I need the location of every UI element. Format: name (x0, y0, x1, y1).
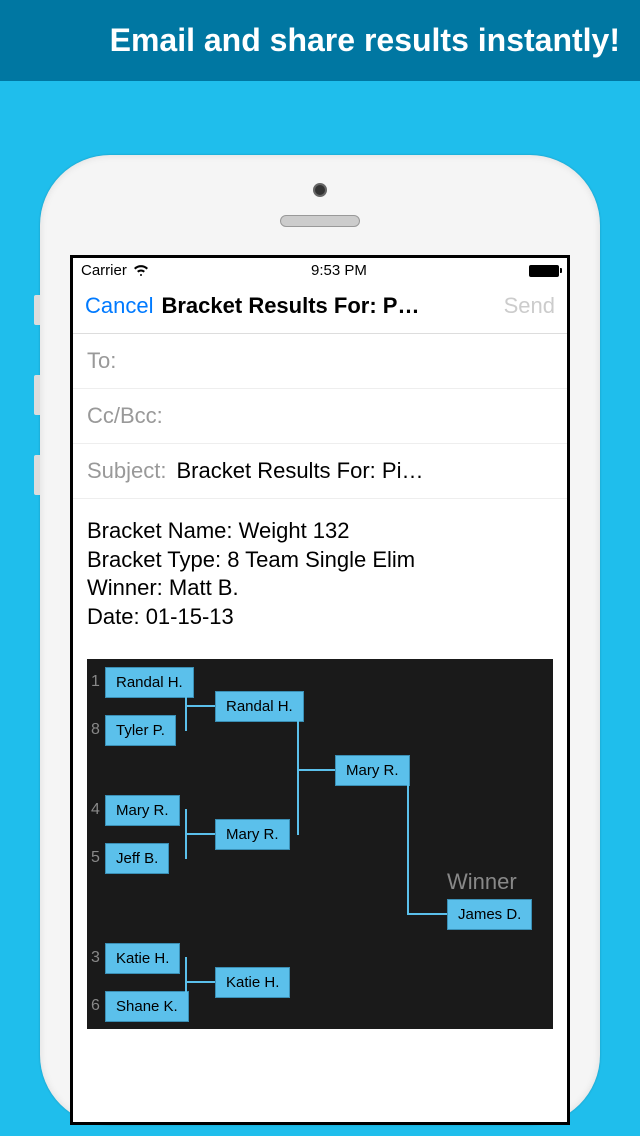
to-field[interactable]: To: (73, 334, 567, 389)
seed-label: 4 (91, 801, 100, 819)
bracket-winner-node: James D. (447, 899, 532, 930)
seed-label: 6 (91, 997, 100, 1015)
nav-bar: Cancel Bracket Results For: P… Send (73, 283, 567, 334)
cc-bcc-field[interactable]: Cc/Bcc: (73, 389, 567, 444)
nav-title: Bracket Results For: P… (161, 293, 495, 319)
status-bar: Carrier 9:53 PM (73, 258, 567, 283)
bracket-node: Shane K. (105, 991, 189, 1022)
bracket-node: Katie H. (215, 967, 290, 998)
email-body[interactable]: Bracket Name: Weight 132 Bracket Type: 8… (73, 499, 567, 649)
seed-label: 1 (91, 673, 100, 691)
seed-label: 8 (91, 721, 100, 739)
promo-banner: Email and share results instantly! (0, 0, 640, 81)
cc-bcc-label: Cc/Bcc: (87, 403, 163, 429)
bracket-node: Tyler P. (105, 715, 176, 746)
body-bracket-type: Bracket Type: 8 Team Single Elim (87, 546, 553, 575)
subject-label: Subject: (87, 458, 167, 484)
bracket-node: Mary R. (335, 755, 410, 786)
wifi-icon (133, 263, 149, 279)
bracket-node: Randal H. (105, 667, 194, 698)
body-winner: Winner: Matt B. (87, 574, 553, 603)
to-label: To: (87, 348, 116, 374)
winner-label: Winner (447, 869, 517, 895)
send-button[interactable]: Send (504, 293, 555, 319)
seed-label: 5 (91, 849, 100, 867)
phone-screen: Carrier 9:53 PM Cancel Bracket Results F… (70, 255, 570, 1125)
bracket-node: Mary R. (215, 819, 290, 850)
bracket-image: 1 8 4 5 3 6 Randal H. Tyler P. Mary R. J… (87, 659, 553, 1029)
body-bracket-name: Bracket Name: Weight 132 (87, 517, 553, 546)
battery-icon (529, 265, 559, 277)
phone-frame: Carrier 9:53 PM Cancel Bracket Results F… (40, 155, 600, 1125)
cancel-button[interactable]: Cancel (85, 293, 153, 319)
subject-field[interactable]: Subject: Bracket Results For: Pi… (73, 444, 567, 499)
subject-value: Bracket Results For: Pi… (177, 458, 554, 484)
seed-label: 3 (91, 949, 100, 967)
status-time: 9:53 PM (311, 262, 367, 279)
bracket-node: Katie H. (105, 943, 180, 974)
bracket-node: Mary R. (105, 795, 180, 826)
carrier-label: Carrier (81, 262, 127, 279)
bracket-node: Randal H. (215, 691, 304, 722)
bracket-node: Jeff B. (105, 843, 169, 874)
phone-camera-icon (313, 183, 327, 197)
phone-speaker-icon (280, 215, 360, 227)
body-date: Date: 01-15-13 (87, 603, 553, 632)
